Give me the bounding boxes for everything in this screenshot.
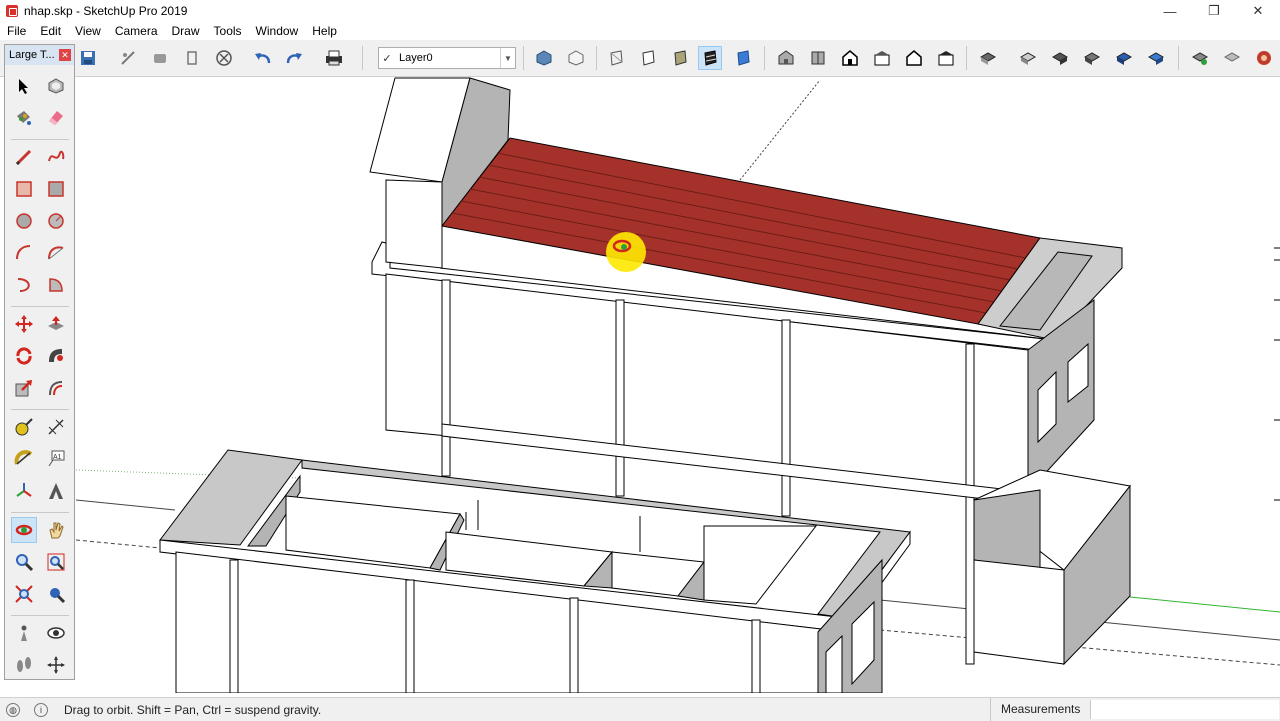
info-icon[interactable]: i [34,702,48,717]
zoom-icon[interactable] [11,549,37,575]
monochrome-icon[interactable] [731,46,755,70]
panel-header[interactable]: Large T... ✕ [5,45,74,65]
shaded-face-icon[interactable] [668,46,692,70]
make-component-icon[interactable] [116,46,140,70]
back-view-icon[interactable] [902,46,926,70]
freehand-icon[interactable] [43,144,69,170]
save-icon[interactable] [76,46,100,70]
xray-icon[interactable] [604,46,628,70]
position-camera-icon[interactable] [11,620,37,646]
component-icon[interactable] [43,73,69,99]
section-fill-3-icon[interactable] [1144,46,1168,70]
svg-text:A1: A1 [53,454,62,461]
two-point-arc-icon[interactable] [43,240,69,266]
follow-me-icon[interactable] [43,343,69,369]
layer-dropdown[interactable]: ✓ Layer0 ▼ [378,47,516,69]
orbit-icon[interactable] [11,517,37,543]
push-pull-icon[interactable] [43,311,69,337]
axes-icon[interactable] [11,478,37,504]
geo-location-icon[interactable]: ◍ [6,702,20,717]
tape-measure-icon[interactable] [11,414,37,440]
left-view-icon[interactable] [934,46,958,70]
circle-icon[interactable] [11,208,37,234]
section-plane-tool-icon[interactable] [43,652,69,678]
pie-icon[interactable] [43,272,69,298]
top-view-icon[interactable] [806,46,830,70]
menu-bar: File Edit View Camera Draw Tools Window … [0,22,1280,40]
main-toolbar [0,40,1280,77]
layer-name: Layer0 [399,52,433,64]
eraser-icon[interactable] [43,105,69,131]
sketchup-app-icon [6,5,18,17]
panel-title: Large T... [9,49,55,61]
minimize-button[interactable]: — [1148,0,1192,22]
zoom-extents-icon[interactable] [11,581,37,607]
circle-x-icon[interactable] [212,46,236,70]
status-hint: Drag to orbit. Shift = Pan, Ctrl = suspe… [64,702,322,717]
menu-tools[interactable]: Tools [207,22,249,40]
section-cut-icon[interactable] [1048,46,1072,70]
pencil-line-icon[interactable] [11,144,37,170]
hidden-line-icon[interactable] [636,46,660,70]
textured-shaded-icon[interactable] [698,46,722,70]
status-bar: ◍ i Drag to orbit. Shift = Pan, Ctrl = s… [0,697,1280,721]
menu-help[interactable]: Help [305,22,344,40]
walk-icon[interactable] [11,652,37,678]
title-bar: nhap.skp - SketchUp Pro 2019 — ❐ ✕ [0,0,1280,22]
menu-edit[interactable]: Edit [33,22,68,40]
large-tool-set-panel: Large T... ✕ A1 [4,44,75,680]
pan-icon[interactable] [43,517,69,543]
offset-icon[interactable] [43,375,69,401]
section-fill-icon[interactable] [1080,46,1104,70]
menu-file[interactable]: File [0,22,33,40]
chevron-down-icon[interactable]: ▼ [500,48,515,68]
close-button[interactable]: ✕ [1236,0,1280,22]
window-title: nhap.skp - SketchUp Pro 2019 [24,4,188,18]
paint-icon[interactable] [180,46,204,70]
menu-camera[interactable]: Camera [108,22,165,40]
ruby-icon[interactable] [1252,46,1276,70]
rotated-rectangle-icon[interactable] [43,176,69,202]
model-drawing [76,77,1280,693]
protractor-icon[interactable] [11,446,37,472]
iso-view-icon[interactable] [774,46,798,70]
panel-close-button[interactable]: ✕ [59,49,71,61]
paint-bucket-icon[interactable] [11,105,37,131]
layer-visible-check[interactable]: ✓ [379,52,395,65]
polygon-icon[interactable] [43,208,69,234]
redo-icon[interactable] [282,46,306,70]
restore-button[interactable]: ❐ [1192,0,1236,22]
scale-icon[interactable] [11,375,37,401]
three-point-arc-icon[interactable] [11,272,37,298]
move-icon[interactable] [11,311,37,337]
section-plane-icon[interactable] [976,46,1000,70]
right-view-icon[interactable] [870,46,894,70]
3d-text-icon[interactable] [43,478,69,504]
print-icon[interactable] [322,46,346,70]
look-around-icon[interactable] [43,620,69,646]
measurements-label: Measurements [990,698,1080,721]
front-view-icon[interactable] [838,46,862,70]
undo-icon[interactable] [251,46,275,70]
warehouse-icon[interactable] [1188,46,1212,70]
model-viewport[interactable] [76,77,1280,693]
rectangle-icon[interactable] [11,176,37,202]
section-fill-2-icon[interactable] [1112,46,1136,70]
menu-view[interactable]: View [68,22,108,40]
erase-icon[interactable] [148,46,172,70]
extension-icon[interactable] [1220,46,1244,70]
menu-window[interactable]: Window [249,22,306,40]
text-icon[interactable]: A1 [43,446,69,472]
zoom-window-icon[interactable] [43,549,69,575]
section-display-icon[interactable] [1016,46,1040,70]
menu-draw[interactable]: Draw [165,22,207,40]
shaded-icon[interactable] [532,46,556,70]
rotate-icon[interactable] [11,343,37,369]
select-icon[interactable] [11,73,37,99]
zoom-previous-icon[interactable] [43,581,69,607]
dimension-icon[interactable] [43,414,69,440]
wireframe-box-icon[interactable] [564,46,588,70]
arc-icon[interactable] [11,240,37,266]
measurements-input[interactable] [1090,700,1279,719]
